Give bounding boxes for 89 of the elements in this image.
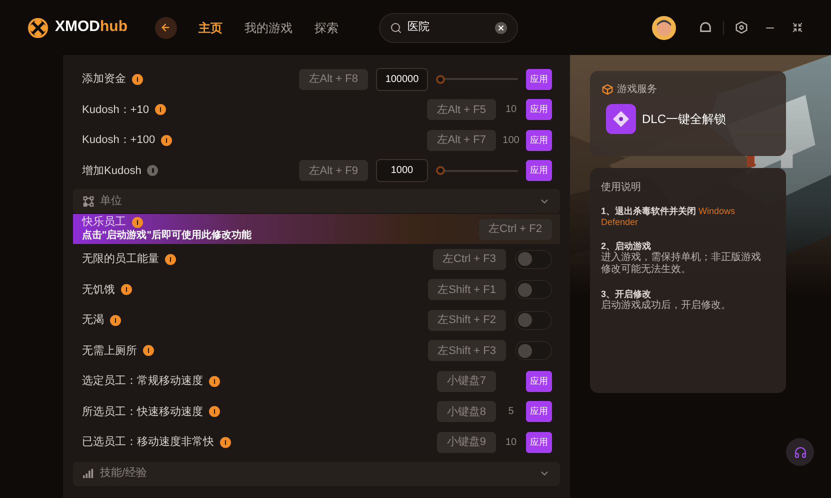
hotkey-button[interactable]: 左Shift + F1	[428, 279, 506, 300]
support-button[interactable]	[786, 438, 814, 466]
info-icon[interactable]	[132, 74, 143, 85]
guide-title: 使用说明	[601, 181, 642, 195]
back-button[interactable]	[154, 16, 176, 38]
clear-button[interactable]	[494, 22, 506, 34]
amount-text: 10	[505, 103, 517, 118]
apply-button[interactable]: 应用	[526, 160, 552, 182]
close-icon	[496, 24, 504, 32]
hotkey-button[interactable]: 小键盘9	[436, 432, 496, 453]
info-icon[interactable]	[110, 314, 121, 326]
apply-button[interactable]: 应用	[526, 68, 552, 90]
nav-tab[interactable]: 主页	[198, 18, 222, 36]
cheat-label: 无饥饿	[82, 282, 115, 298]
value-field[interactable]: 1000	[376, 159, 428, 182]
guide-step-text: 进入游戏，需保持单机；非正版游戏修改可能无法生效。	[601, 252, 762, 276]
hotkey-button[interactable]: 小键盘8	[436, 401, 496, 422]
guide-step: 1、退出杀毒软件并关闭 Windows Defender	[601, 206, 766, 228]
cheat-label: 快乐员工	[82, 216, 126, 229]
hint-text: 点击"启动游戏"后即可使用此修改功能	[82, 229, 252, 242]
nav-tab[interactable]: 我的游戏	[244, 18, 292, 36]
nodes-icon	[83, 196, 94, 206]
cheat-label: 已选员工：移动速度非常快	[82, 434, 214, 450]
toggle-switch[interactable]	[515, 310, 552, 330]
amount-text: 10	[505, 436, 517, 450]
info-icon[interactable]	[209, 376, 220, 387]
search-field[interactable]: 医院	[378, 12, 518, 42]
apply-button[interactable]: 应用	[526, 130, 552, 151]
info-icon[interactable]	[121, 284, 132, 296]
value-field[interactable]: 100000	[376, 68, 428, 91]
section-header[interactable]: 单位	[73, 189, 560, 213]
slider-thumb[interactable]	[436, 166, 445, 176]
logo-icon	[27, 16, 49, 38]
cheat-label: 添加资金	[82, 72, 126, 87]
info-icon[interactable]	[154, 104, 166, 116]
cheat-label: Kudosh：+100	[82, 133, 156, 148]
notification-icon[interactable]	[699, 21, 712, 34]
apply-button[interactable]: 应用	[526, 401, 552, 422]
info-icon[interactable]	[220, 436, 231, 448]
nav-tab[interactable]: 探索	[314, 18, 338, 36]
slider[interactable]	[436, 74, 518, 84]
cheat-label: 所选员工：快速移动速度	[82, 404, 203, 420]
info-icon[interactable]	[147, 165, 158, 176]
toggle-switch[interactable]	[515, 341, 552, 360]
settings-icon[interactable]	[735, 21, 748, 34]
flower-icon	[612, 110, 630, 128]
info-icon[interactable]	[132, 217, 143, 228]
card-title: 游戏服务	[617, 82, 657, 97]
slider[interactable]	[436, 166, 518, 176]
info-icon[interactable]	[209, 406, 220, 418]
info-icon[interactable]	[143, 345, 154, 356]
section-header[interactable]: 技能/经验	[73, 462, 560, 486]
apply-button[interactable]: 应用	[526, 370, 552, 392]
bar-chart-icon	[83, 468, 94, 479]
apply-button[interactable]: 应用	[526, 432, 552, 453]
hotkey-button[interactable]: 小键盘7	[436, 370, 496, 392]
search-icon	[390, 22, 402, 34]
cheat-label: 无渴	[82, 313, 104, 328]
avatar[interactable]	[651, 14, 677, 40]
cheat-label: 选定员工：常规移动速度	[82, 374, 203, 389]
hotkey-button[interactable]: 左Alt + F7	[426, 130, 496, 151]
cheat-label: Kudosh：+10	[82, 102, 149, 118]
cheat-label: 无需上厕所	[82, 344, 137, 358]
info-icon[interactable]	[165, 254, 176, 265]
cheat-label: 增加Kudosh	[82, 164, 142, 178]
logo-text: XMODhub	[55, 17, 128, 38]
headphones-icon	[794, 446, 806, 458]
amount-text: 5	[508, 405, 514, 420]
amount-text: 100	[502, 134, 520, 148]
info-icon[interactable]	[161, 134, 172, 146]
toggle-switch[interactable]	[515, 280, 552, 300]
hotkey-button[interactable]: 左Shift + F3	[428, 340, 506, 362]
guide-step-heading: 3、开启修改	[601, 289, 652, 300]
hotkey-button[interactable]: 左Alt + F5	[426, 99, 496, 120]
hotkey-button[interactable]: 左Alt + F9	[298, 160, 368, 182]
arrow-left-icon	[160, 22, 171, 33]
toggle-switch[interactable]	[515, 250, 552, 269]
guide-step-heading: 2、启动游戏	[601, 241, 652, 252]
cheat-label: 无限的员工能量	[82, 252, 159, 267]
hotkey-button[interactable]: 左Shift + F2	[428, 310, 506, 331]
hotkey-button[interactable]: 左Ctrl + F3	[432, 248, 506, 270]
package-icon	[602, 84, 613, 95]
hotkey-button[interactable]: 左Ctrl + F2	[478, 218, 552, 240]
dlc-unlock-item[interactable]: DLC一键全解锁	[606, 104, 774, 134]
guide-step-text: 启动游戏成功后，开启修改。	[601, 300, 732, 312]
shrink-icon[interactable]	[792, 22, 803, 33]
slider-thumb[interactable]	[436, 74, 445, 84]
hotkey-button[interactable]: 左Alt + F8	[298, 68, 368, 90]
apply-button[interactable]: 应用	[526, 99, 552, 120]
